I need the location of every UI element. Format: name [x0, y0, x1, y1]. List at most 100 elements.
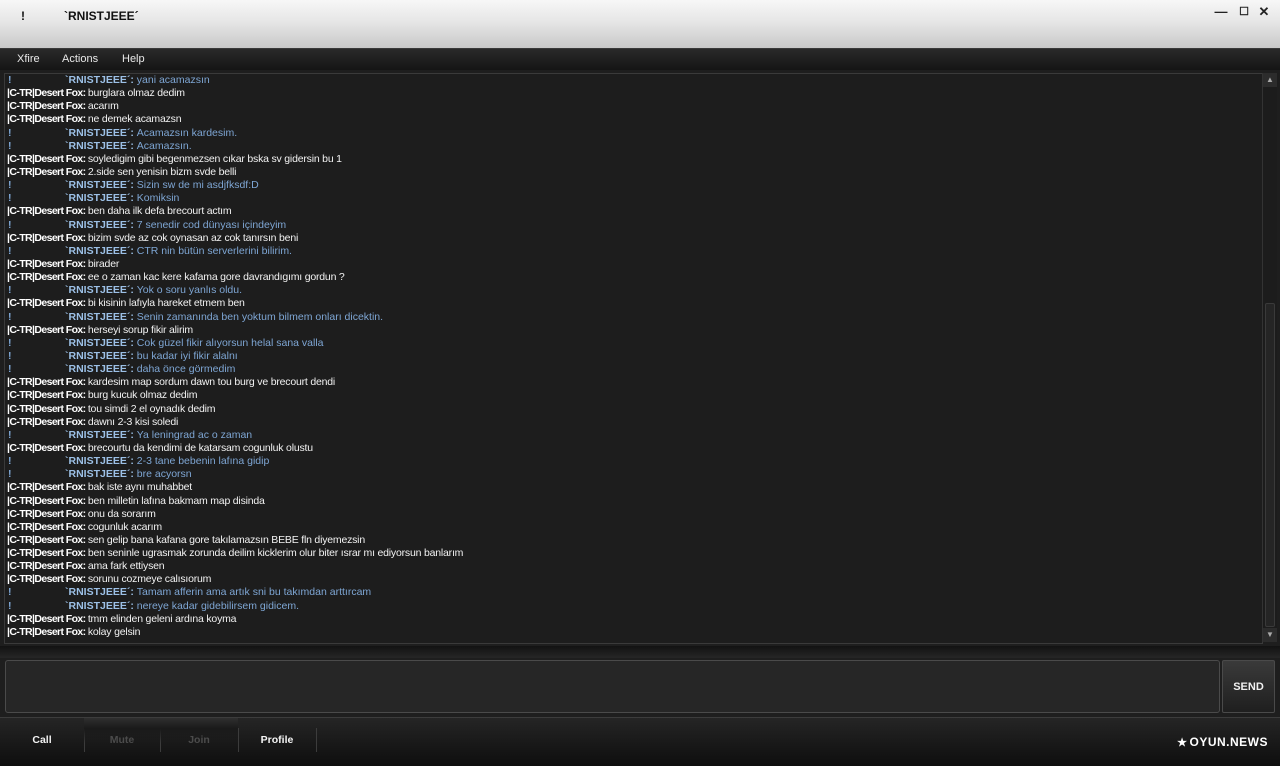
- chat-message: |C-TR|Desert Fox: birader: [5, 258, 1262, 271]
- message-text: bizim svde az cok oynasan az cok tanırsı…: [87, 231, 299, 244]
- window-title: `RNISTJEEE´: [64, 9, 139, 23]
- message-text: tou simdi 2 el oynadık dedim: [87, 402, 216, 415]
- chat-message: |C-TR|Desert Fox: sorunu cozmeye calısıo…: [5, 573, 1262, 586]
- message-status-mark: !: [8, 455, 12, 468]
- message-sender: |C-TR|Desert Fox: [7, 257, 83, 270]
- chat-message: |C-TR|Desert Fox: soyledigim gibi begenm…: [5, 153, 1262, 166]
- chat-message: |C-TR|Desert Fox: bizim svde az cok oyna…: [5, 232, 1262, 245]
- message-sender: `RNISTJEEE´: [65, 244, 131, 257]
- chat-message: ! `RNISTJEEE´: yani acamazsın: [5, 74, 1262, 87]
- message-sender: `RNISTJEEE´: [65, 455, 131, 468]
- bottom-toolbar: Call Mute Join Profile ★ OYUN.NEWS: [0, 717, 1280, 766]
- message-sender: |C-TR|Desert Fox: [7, 152, 83, 165]
- message-status-mark: !: [8, 468, 12, 481]
- chat-message: ! `RNISTJEEE´: 7 senedir cod dünyası için…: [5, 219, 1262, 232]
- message-sender: |C-TR|Desert Fox: [7, 87, 83, 100]
- star-icon: ★: [1177, 737, 1188, 749]
- menu-item-xfire[interactable]: Xfire: [17, 53, 40, 65]
- message-sender: `RNISTJEEE´: [65, 586, 131, 599]
- scroll-down-icon[interactable]: ▼: [1263, 628, 1277, 642]
- message-sender: `RNISTJEEE´: [65, 363, 131, 376]
- message-sender: |C-TR|Desert Fox: [7, 323, 83, 336]
- message-sender: `RNISTJEEE´: [65, 468, 131, 481]
- chat-message: |C-TR|Desert Fox: tou simdi 2 el oynadık…: [5, 403, 1262, 416]
- message-text: Senin zamanında ben yoktum bilmem onları…: [136, 310, 384, 323]
- chat-message: |C-TR|Desert Fox: ee o zaman kac kere ka…: [5, 271, 1262, 284]
- chat-message: ! `RNISTJEEE´: Cok güzel fikir alıyorsun …: [5, 337, 1262, 350]
- message-status-mark: !: [8, 586, 12, 599]
- message-text: dawnı 2-3 kisi soledi: [87, 415, 179, 428]
- chat-message: |C-TR|Desert Fox: herseyi sorup fikir al…: [5, 324, 1262, 337]
- menu-item-help[interactable]: Help: [122, 53, 145, 65]
- message-text: ama fark ettiysen: [87, 560, 165, 573]
- profile-button[interactable]: Profile: [238, 718, 316, 760]
- scroll-up-icon[interactable]: ▲: [1263, 73, 1277, 87]
- chat-scrollbar[interactable]: ▲ ▼: [1262, 73, 1277, 642]
- chat-message: ! `RNISTJEEE´: Tamam afferin ama artık sn…: [5, 586, 1262, 599]
- message-sender: |C-TR|Desert Fox: [7, 520, 83, 533]
- chat-message: |C-TR|Desert Fox: ne demek acamazsn: [5, 113, 1262, 126]
- message-text: Yok o soru yanlıs oldu.: [136, 284, 243, 297]
- message-sender: |C-TR|Desert Fox: [7, 402, 83, 415]
- mute-button[interactable]: Mute: [84, 718, 160, 760]
- menu-item-actions[interactable]: Actions: [62, 53, 98, 65]
- toolbar-divider: [316, 728, 317, 752]
- message-text: onu da sorarım: [87, 507, 156, 520]
- maximize-icon[interactable]: ☐: [1235, 4, 1253, 20]
- message-text: Acamazsın kardesim.: [136, 126, 238, 139]
- brand-logo-text: OYUN.NEWS: [1189, 735, 1268, 749]
- message-text: bi kisinin lafıyla hareket etmem ben: [87, 297, 245, 310]
- chat-message: |C-TR|Desert Fox: acarım: [5, 100, 1262, 113]
- chat-message: ! `RNISTJEEE´: Senin zamanında ben yoktum…: [5, 311, 1262, 324]
- message-text: brecourtu da kendimi de katarsam cogunlu…: [87, 441, 313, 454]
- chat-message: |C-TR|Desert Fox: ben daha ilk defa brec…: [5, 205, 1262, 218]
- message-text: kolay gelsin: [87, 625, 141, 638]
- message-sender: |C-TR|Desert Fox: [7, 297, 83, 310]
- scroll-thumb[interactable]: [1265, 303, 1275, 627]
- join-button[interactable]: Join: [160, 718, 238, 760]
- message-sender: `RNISTJEEE´: [65, 126, 131, 139]
- message-text: acarım: [87, 100, 119, 113]
- message-status-mark: !: [8, 363, 12, 376]
- chat-message: ! `RNISTJEEE´: 2-3 tane bebenin lafına gi…: [5, 455, 1262, 468]
- close-icon[interactable]: ✕: [1255, 4, 1273, 20]
- minimize-icon[interactable]: —: [1212, 4, 1230, 20]
- message-status-mark: !: [8, 74, 12, 86]
- chat-message: |C-TR|Desert Fox: onu da sorarım: [5, 508, 1262, 521]
- message-sender: |C-TR|Desert Fox: [7, 441, 83, 454]
- message-text: Acamazsın.: [136, 139, 192, 152]
- call-button[interactable]: Call: [0, 718, 84, 760]
- message-sender: |C-TR|Desert Fox: [7, 560, 83, 573]
- message-text: burg kucuk olmaz dedim: [87, 389, 198, 402]
- message-text: sen gelip bana kafana gore takılamazsın …: [87, 533, 365, 546]
- message-status-mark: !: [8, 126, 12, 139]
- message-input[interactable]: [5, 660, 1220, 713]
- message-text: 2-3 tane bebenin lafına gidip: [136, 455, 270, 468]
- menu-bar: Xfire Actions Help: [0, 48, 1280, 70]
- message-sender: |C-TR|Desert Fox: [7, 415, 83, 428]
- chat-message: ! `RNISTJEEE´: daha önce görmedim: [5, 363, 1262, 376]
- message-sender: |C-TR|Desert Fox: [7, 205, 83, 218]
- message-sender: |C-TR|Desert Fox: [7, 547, 83, 560]
- chat-message: |C-TR|Desert Fox: bi kisinin lafıyla har…: [5, 297, 1262, 310]
- message-sender: |C-TR|Desert Fox: [7, 389, 83, 402]
- message-text: ben seninle ugrasmak zorunda deilim kick…: [87, 547, 464, 560]
- message-sender: |C-TR|Desert Fox: [7, 231, 83, 244]
- message-sender: |C-TR|Desert Fox: [7, 271, 83, 284]
- chat-log[interactable]: ! `RNISTJEEE´: yani acamazsın |C-TR|Desert…: [4, 73, 1263, 644]
- send-button[interactable]: SEND: [1222, 660, 1275, 713]
- chat-message: |C-TR|Desert Fox: ben seninle ugrasmak z…: [5, 547, 1262, 560]
- chat-message: |C-TR|Desert Fox: dawnı 2-3 kisi soledi: [5, 416, 1262, 429]
- message-text: ben milletin lafına bakmam map disinda: [87, 494, 265, 507]
- chat-message: ! `RNISTJEEE´: bu kadar iyi fikir alalnı: [5, 350, 1262, 363]
- message-text: ben daha ilk defa brecourt actım: [87, 205, 232, 218]
- message-sender: `RNISTJEEE´: [65, 310, 131, 323]
- message-sender: |C-TR|Desert Fox: [7, 376, 83, 389]
- chat-message: |C-TR|Desert Fox: cogunluk acarım: [5, 521, 1262, 534]
- message-text: cogunluk acarım: [87, 520, 162, 533]
- message-text: Ya leningrad ac o zaman: [136, 428, 253, 441]
- message-sender: |C-TR|Desert Fox: [7, 494, 83, 507]
- message-text: daha önce görmedim: [136, 363, 236, 376]
- message-sender: |C-TR|Desert Fox: [7, 533, 83, 546]
- message-text: bak iste aynı muhabbet: [87, 481, 193, 494]
